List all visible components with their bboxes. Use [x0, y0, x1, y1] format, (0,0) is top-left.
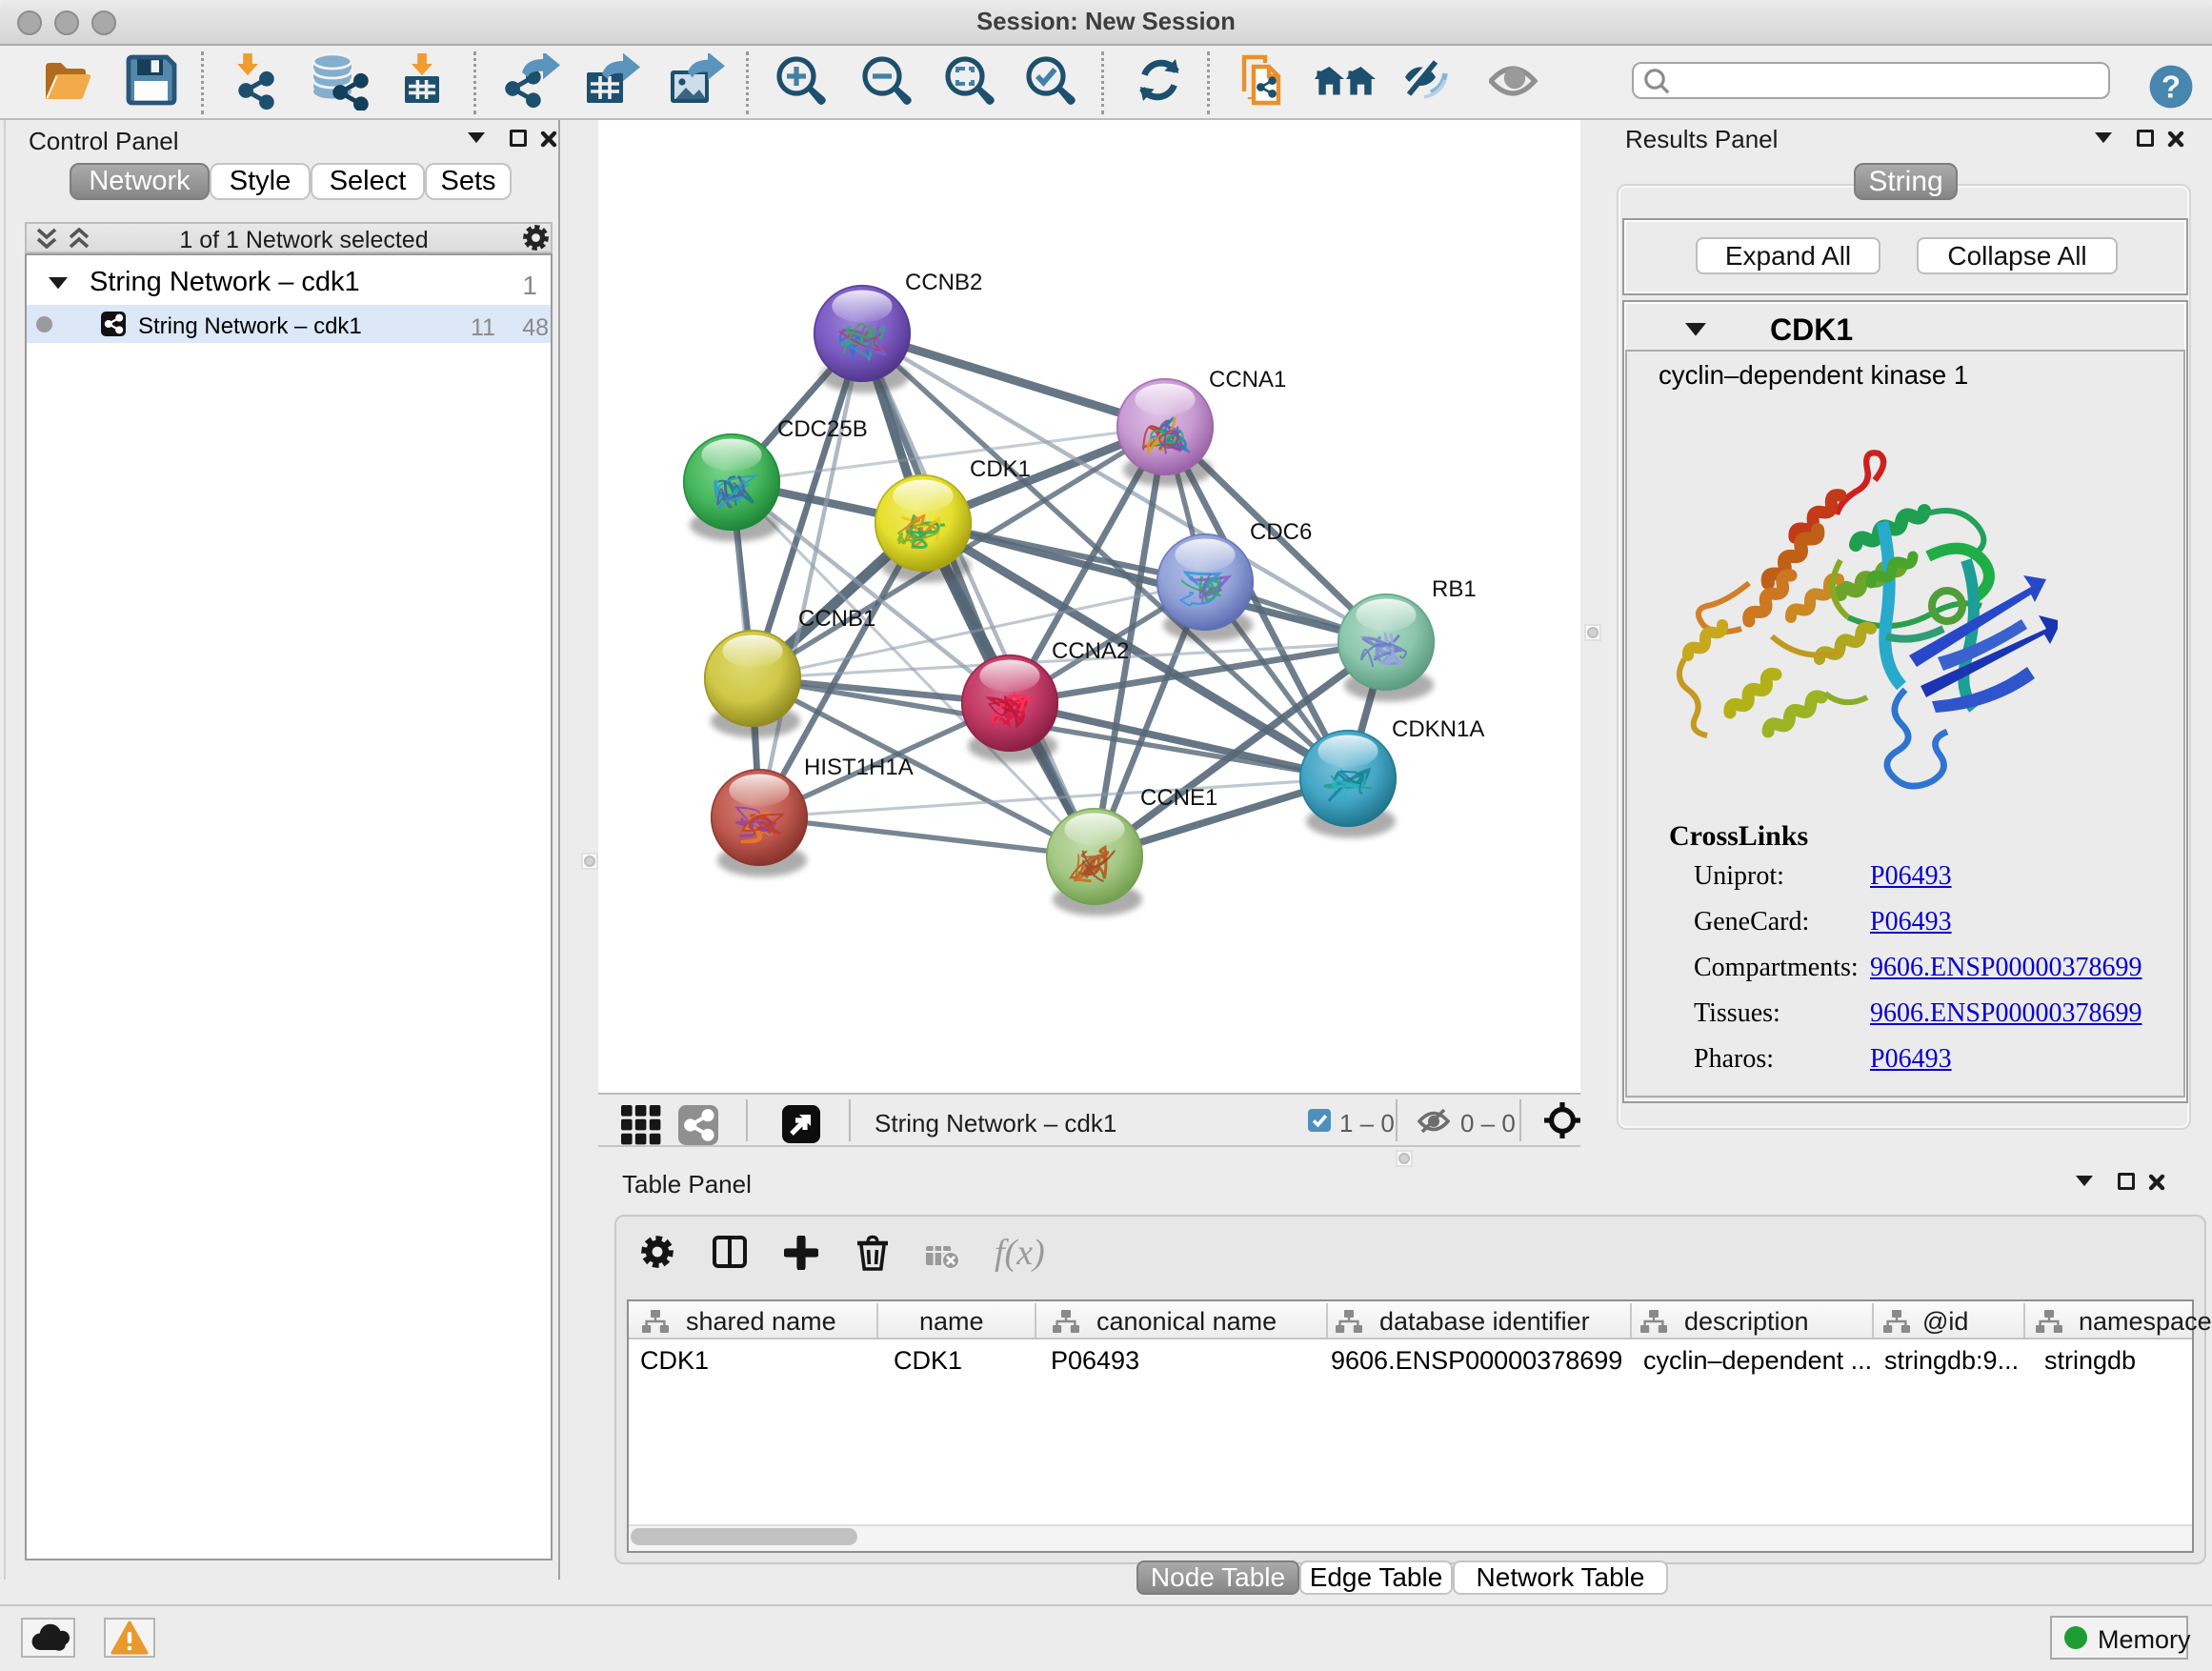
svg-text:CDK1: CDK1: [970, 456, 1031, 482]
svg-text:CCNB1: CCNB1: [798, 606, 875, 632]
svg-text:CDKN1A: CDKN1A: [1392, 716, 1484, 742]
svg-text:HIST1H1A: HIST1H1A: [804, 755, 914, 780]
svg-text:RB1: RB1: [1432, 576, 1477, 602]
svg-text:CDC6: CDC6: [1250, 519, 1312, 545]
svg-text:CCNE1: CCNE1: [1140, 785, 1217, 811]
svg-text:CCNA2: CCNA2: [1052, 638, 1129, 664]
svg-text:?: ?: [2162, 70, 2181, 105]
svg-text:CCNB2: CCNB2: [905, 270, 982, 295]
svg-text:CCNA1: CCNA1: [1209, 367, 1286, 393]
svg-text:CDC25B: CDC25B: [777, 416, 868, 442]
